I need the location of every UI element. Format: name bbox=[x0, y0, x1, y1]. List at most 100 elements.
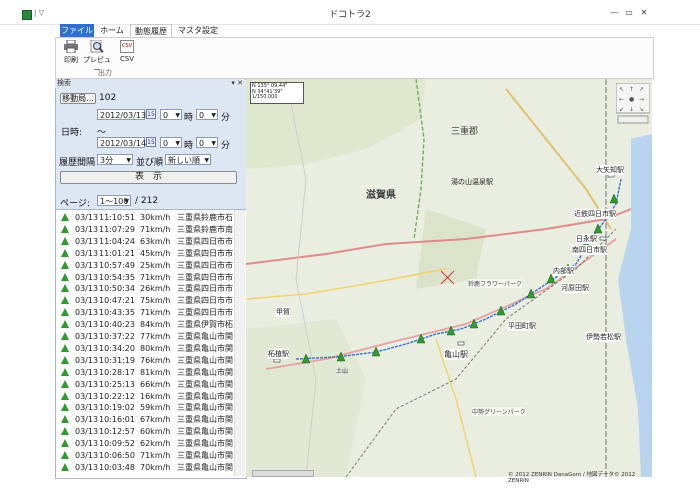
table-row[interactable]: 03/13 10:19:02 59km/h 三重県亀山市関 bbox=[56, 402, 236, 413]
table-row[interactable]: 03/13 10:22:12 16km/h 三重県亀山市関 bbox=[56, 391, 236, 402]
table-row[interactable]: 03/13 11:01:21 45km/h 三重県四日市市 bbox=[56, 248, 236, 259]
to-minute-select[interactable]: 0 ▼ bbox=[196, 137, 218, 148]
calendar-icon[interactable]: 15 bbox=[146, 109, 156, 119]
direction-arrow-icon bbox=[61, 272, 69, 281]
record-location: 三重県亀山市関 bbox=[177, 462, 233, 472]
table-row[interactable]: 03/13 10:12:57 60km/h 三重県亀山市関 bbox=[56, 426, 236, 437]
table-row[interactable]: 03/13 10:16:01 67km/h 三重県亀山市関 bbox=[56, 414, 236, 425]
map-label-uchibe: 内部駅 bbox=[553, 266, 574, 276]
csv-button[interactable]: CSV CSV bbox=[114, 40, 140, 70]
map-label-suzuka-green: 中勢グリーンパーク bbox=[472, 407, 526, 416]
record-time: 10:54:35 bbox=[99, 272, 135, 282]
table-row[interactable]: 03/13 10:09:52 62km/h 三重県亀山市関 bbox=[56, 438, 236, 449]
direction-arrow-icon bbox=[61, 236, 69, 245]
to-hour-select[interactable]: 0 ▼ bbox=[160, 137, 182, 148]
direction-arrow-icon bbox=[61, 296, 69, 305]
table-row[interactable]: 03/13 10:40:23 84km/h 三重県伊賀市柘 bbox=[56, 319, 236, 330]
print-label: 印刷 bbox=[64, 56, 78, 64]
table-row[interactable]: 03/13 11:07:29 71km/h 三重県鈴鹿市南 bbox=[56, 224, 236, 235]
record-location: 三重県亀山市関 bbox=[177, 343, 233, 353]
tab-history[interactable]: 動態履歴 bbox=[130, 24, 172, 38]
table-row[interactable]: 03/13 10:54:35 71km/h 三重県四日市市 bbox=[56, 272, 236, 283]
record-speed: 77km/h bbox=[140, 332, 171, 341]
map-label-minamiyokkaichi: 南四日市駅 bbox=[572, 245, 607, 255]
map-coordinate-box: N 135° 09.44" N 34°41'39" 1/150,000 bbox=[250, 82, 304, 104]
map-label-kintetsu: 近鉄四日市駅 bbox=[574, 209, 616, 219]
table-row[interactable]: 03/13 10:34:20 80km/h 三重県亀山市関 bbox=[56, 343, 236, 354]
sort-select[interactable]: 新しい順 ▼ bbox=[165, 154, 211, 165]
table-row[interactable]: 03/13 10:57:49 25km/h 三重県四日市市 bbox=[56, 260, 236, 271]
close-button[interactable]: ✕ bbox=[639, 8, 649, 17]
list-scrollbar[interactable] bbox=[234, 210, 245, 476]
direction-arrow-icon bbox=[61, 260, 69, 269]
table-row[interactable]: 03/13 11:10:51 30km/h 三重県鈴鹿市石 bbox=[56, 212, 236, 223]
record-time: 10:40:23 bbox=[99, 320, 135, 330]
record-speed: 25km/h bbox=[140, 260, 171, 270]
vehicle-select-button[interactable]: 移動局... bbox=[60, 93, 96, 104]
table-row[interactable]: 03/13 10:03:48 70km/h 三重県亀山市関 bbox=[56, 462, 236, 473]
minimize-button[interactable]: — bbox=[609, 8, 619, 17]
record-datetime: 03/13 bbox=[75, 332, 99, 341]
record-location: 三重県四日市市 bbox=[177, 284, 233, 294]
hour-unit: 時 bbox=[184, 141, 194, 151]
maximize-button[interactable]: ▭ bbox=[624, 8, 634, 17]
table-row[interactable]: 03/13 11:04:24 63km/h 三重県四日市市 bbox=[56, 236, 236, 247]
table-row[interactable]: 03/13 10:28:17 81km/h 三重県亀山市関 bbox=[56, 367, 236, 378]
to-date-field[interactable]: 2012/03/14 bbox=[97, 137, 146, 148]
chevron-down-icon: ▼ bbox=[126, 157, 131, 164]
map-navigation-control[interactable]: ↖ ↑ ↗ ← ● → ↙ ↓ ↘ bbox=[615, 82, 651, 125]
chevron-down-icon: ▼ bbox=[211, 112, 216, 119]
table-row[interactable]: 03/13 10:47:21 75km/h 三重県四日市市 bbox=[56, 295, 236, 306]
csv-label: CSV bbox=[119, 55, 135, 63]
from-minute-value: 0 bbox=[199, 111, 205, 120]
interval-select[interactable]: 3分 ▼ bbox=[97, 154, 133, 165]
table-row[interactable]: 03/13 10:37:22 77km/h 三重県亀山市関 bbox=[56, 331, 236, 342]
record-location: 三重県四日市市 bbox=[177, 308, 233, 318]
tab-home[interactable]: ホーム bbox=[96, 24, 128, 37]
quick-access-toolbar[interactable]: | ▽ bbox=[34, 9, 44, 17]
calendar-icon[interactable]: 15 bbox=[146, 137, 156, 147]
record-list[interactable]: 03/13 11:10:51 30km/h 三重県鈴鹿市石 03/13 11:07:29 7… bbox=[55, 209, 247, 479]
tab-file[interactable]: ファイル bbox=[60, 24, 94, 37]
record-location: 三重県伊賀市柘 bbox=[177, 320, 233, 330]
pager-label: ページ: bbox=[60, 199, 90, 209]
map-horizontal-scrollbar[interactable] bbox=[252, 470, 314, 477]
to-hour-value: 0 bbox=[163, 139, 169, 148]
record-datetime: 03/13 bbox=[75, 379, 99, 389]
svg-text:↖: ↖ bbox=[619, 86, 624, 93]
record-location: 三重県亀山市関 bbox=[177, 439, 233, 449]
map-view[interactable]: 滋賀県 三重郡 湯の山温泉駅 大矢知駅 近鉄四日市駅 南四日市駅 日永駅 内部駅… bbox=[246, 79, 652, 477]
record-time: 10:37:22 bbox=[99, 332, 135, 341]
pager-total: / 212 bbox=[135, 196, 159, 206]
record-speed: 66km/h bbox=[140, 379, 171, 389]
from-date-field[interactable]: 2012/03/13 bbox=[97, 109, 146, 120]
record-speed: 76km/h bbox=[140, 355, 171, 365]
table-row[interactable]: 03/13 10:43:35 71km/h 三重県四日市市 bbox=[56, 307, 236, 318]
show-button[interactable]: 表 示 bbox=[60, 171, 237, 184]
panel-pin-icon[interactable]: ▾ ✕ bbox=[231, 79, 243, 88]
from-minute-select[interactable]: 0 ▼ bbox=[196, 109, 218, 120]
record-location: 三重県四日市市 bbox=[177, 248, 233, 258]
preview-button[interactable]: プレビュー bbox=[80, 40, 114, 74]
pan-zoom-icon: ↖ ↑ ↗ ← ● → ↙ ↓ ↘ bbox=[615, 82, 651, 124]
record-speed: 71km/h bbox=[140, 224, 171, 234]
record-time: 11:07:29 bbox=[99, 224, 135, 234]
direction-arrow-icon bbox=[61, 248, 69, 257]
from-hour-select[interactable]: 0 ▼ bbox=[160, 109, 182, 120]
app-icon bbox=[22, 10, 32, 20]
record-time: 10:47:21 bbox=[99, 296, 135, 306]
record-speed: 80km/h bbox=[140, 343, 171, 353]
record-time: 10:43:35 bbox=[99, 308, 135, 318]
record-time: 11:01:21 bbox=[99, 248, 135, 258]
svg-text:↗: ↗ bbox=[639, 86, 644, 93]
table-row[interactable]: 03/13 10:06:50 71km/h 三重県亀山市関 bbox=[56, 450, 236, 461]
record-datetime: 03/13 bbox=[75, 284, 99, 294]
record-time: 11:10:51 bbox=[99, 213, 135, 222]
record-speed: 16km/h bbox=[140, 391, 171, 401]
page-select[interactable]: 1〜100 ▼ bbox=[97, 195, 131, 206]
tab-master[interactable]: マスタ設定 bbox=[172, 24, 224, 37]
table-row[interactable]: 03/13 10:31:19 76km/h 三重県亀山市関 bbox=[56, 355, 236, 366]
record-datetime: 03/13 bbox=[75, 439, 99, 449]
table-row[interactable]: 03/13 10:50:34 26km/h 三重県四日市市 bbox=[56, 283, 236, 294]
table-row[interactable]: 03/13 10:25:13 66km/h 三重県亀山市関 bbox=[56, 379, 236, 390]
